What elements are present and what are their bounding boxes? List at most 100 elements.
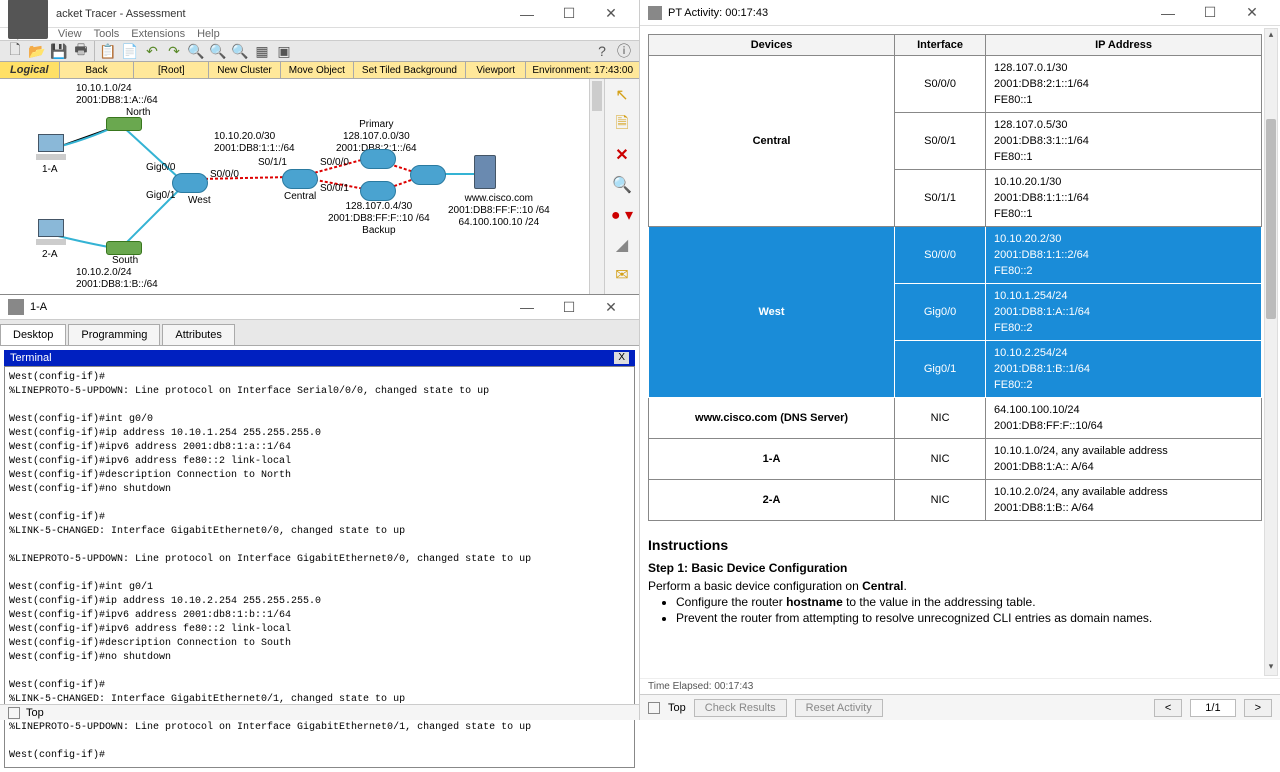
label-central: Central (284, 191, 316, 203)
server-cisco[interactable] (474, 155, 496, 189)
activity-footer: Top Check Results Reset Activity < 1/1 > (640, 694, 1280, 720)
act-close-button[interactable]: ✕ (1232, 1, 1272, 25)
menu-extensions[interactable]: Extensions (131, 28, 185, 40)
prev-page-button[interactable]: < (1154, 699, 1182, 717)
subwindow-titlebar: 1-A — ☐ ✕ (0, 295, 639, 320)
logical-bar: Logical Back [Root] New Cluster Move Obj… (0, 62, 639, 79)
print-icon[interactable]: 🖶 (72, 42, 90, 60)
note-icon[interactable]: 🗎 (610, 113, 634, 137)
ip-cell: 10.10.1.254/242001:DB8:1:A::1/64FE80::2 (986, 284, 1262, 341)
act-maximize-button[interactable]: ☐ (1190, 1, 1230, 25)
step1-heading: Step 1: Basic Device Configuration (648, 561, 1262, 575)
new-cluster-button[interactable]: New Cluster (209, 62, 280, 78)
interface-cell: S0/0/0 (895, 56, 986, 113)
table-row[interactable]: CentralS0/0/0128.107.0.1/302001:DB8:2:1:… (649, 56, 1262, 113)
scroll-down-icon[interactable]: ▾ (1265, 661, 1277, 675)
act-minimize-button[interactable]: — (1148, 1, 1188, 25)
minimize-button[interactable]: — (507, 2, 547, 26)
paste-icon[interactable]: 📄 (121, 42, 139, 60)
maximize-button[interactable]: ☐ (549, 2, 589, 26)
zoom-reset-icon[interactable]: 🔍 (209, 42, 227, 60)
subwindow-title: 1-A (30, 301, 507, 313)
ip-cell: 128.107.0.5/302001:DB8:3:1::1/64FE80::1 (986, 113, 1262, 170)
interface-cell: S0/1/1 (895, 170, 986, 227)
addressing-table: Devices Interface IP Address CentralS0/0… (648, 34, 1262, 521)
scroll-thumb[interactable] (1266, 119, 1276, 319)
activity-titlebar: PT Activity: 00:17:43 — ☐ ✕ (640, 0, 1280, 26)
sub-maximize-button[interactable]: ☐ (549, 295, 589, 319)
tab-desktop[interactable]: Desktop (0, 324, 66, 345)
router-west[interactable] (172, 173, 208, 193)
router-isp1[interactable] (360, 149, 396, 169)
devices-icon[interactable]: ▣ (275, 42, 293, 60)
instructions-section: Instructions Step 1: Basic Device Config… (648, 537, 1262, 625)
draw-icon[interactable]: ◢ (610, 233, 634, 257)
copy-icon[interactable]: 📋 (99, 42, 117, 60)
table-row[interactable]: 1-ANIC10.10.1.0/24, any available addres… (649, 439, 1262, 480)
select-icon[interactable]: ↖ (610, 83, 634, 107)
interface-cell: NIC (895, 439, 986, 480)
canvas-scrollbar[interactable] (589, 79, 604, 294)
check-results-button[interactable]: Check Results (694, 699, 787, 717)
activity-scrollbar[interactable]: ▴ ▾ (1264, 28, 1278, 676)
switch-south[interactable] (106, 241, 142, 255)
save-icon[interactable]: 💾 (50, 42, 68, 60)
router-central[interactable] (282, 169, 318, 189)
reset-activity-button[interactable]: Reset Activity (795, 699, 883, 717)
zoom-out-icon[interactable]: 🔍 (231, 42, 249, 60)
root-button[interactable]: [Root] (134, 62, 209, 78)
palette-icon[interactable]: ▦ (253, 42, 271, 60)
redo-icon[interactable]: ↷ (165, 42, 183, 60)
pt-logo-icon (648, 6, 662, 20)
window-title: acket Tracer - Assessment (56, 8, 507, 20)
label-g00: Gig0/0 (146, 162, 175, 174)
move-object-button[interactable]: Move Object (281, 62, 354, 78)
help-icon[interactable]: ? (593, 42, 611, 60)
menu-tools[interactable]: Tools (94, 28, 120, 40)
left-footer: Top (0, 704, 639, 720)
act-top-checkbox[interactable] (648, 702, 660, 714)
separator (94, 41, 95, 61)
undo-icon[interactable]: ↶ (143, 42, 161, 60)
sub-minimize-button[interactable]: — (507, 295, 547, 319)
tab-programming[interactable]: Programming (68, 324, 160, 345)
topology-canvas[interactable]: 1-A North 10.10.1.0/24 2001:DB8:1:A::/64… (0, 79, 589, 294)
pc-1a[interactable] (35, 134, 67, 162)
envelope2-icon[interactable]: ✉ (610, 293, 634, 294)
table-row[interactable]: WestS0/0/010.10.20.2/302001:DB8:1:1::2/6… (649, 227, 1262, 284)
device-cell: 1-A (649, 439, 895, 480)
router-isp2[interactable] (360, 181, 396, 201)
top-checkbox[interactable] (8, 707, 20, 719)
router-edge[interactable] (410, 165, 446, 185)
label-north: North (126, 107, 150, 119)
delete-icon[interactable]: ✕ (610, 143, 634, 167)
terminal-title: Terminal (10, 352, 52, 364)
resize-icon[interactable]: ● ▾ (610, 203, 634, 227)
scroll-up-icon[interactable]: ▴ (1265, 29, 1277, 43)
table-row[interactable]: www.cisco.com (DNS Server)NIC64.100.100.… (649, 398, 1262, 439)
label-south: South (112, 255, 138, 267)
envelope-icon[interactable]: ✉ (610, 263, 634, 287)
environment-label: Environment: 17:43:00 (526, 62, 639, 78)
info-icon[interactable]: ⓘ (615, 42, 633, 60)
set-tiled-bg-button[interactable]: Set Tiled Background (354, 62, 466, 78)
device-cell: 2-A (649, 480, 895, 521)
inspect-icon[interactable]: 🔍 (610, 173, 634, 197)
back-button[interactable]: Back (60, 62, 135, 78)
zoom-in-icon[interactable]: 🔍 (187, 42, 205, 60)
close-button[interactable]: ✕ (591, 2, 631, 26)
label-1a: 1-A (42, 164, 58, 176)
sub-close-button[interactable]: ✕ (591, 295, 631, 319)
table-row[interactable]: 2-ANIC10.10.2.0/24, any available addres… (649, 480, 1262, 521)
pc-2a[interactable] (35, 219, 67, 247)
viewport-button[interactable]: Viewport (466, 62, 526, 78)
open-icon[interactable]: 📂 (28, 42, 46, 60)
tab-attributes[interactable]: Attributes (162, 324, 234, 345)
next-page-button[interactable]: > (1244, 699, 1272, 717)
terminal-close-button[interactable]: X (614, 352, 629, 364)
workspace[interactable]: 1-A North 10.10.1.0/24 2001:DB8:1:A::/64… (0, 79, 639, 294)
menu-help[interactable]: Help (197, 28, 220, 40)
switch-north[interactable] (106, 117, 142, 131)
ip-cell: 128.107.0.1/302001:DB8:2:1::1/64FE80::1 (986, 56, 1262, 113)
new-icon[interactable]: 🗋 (6, 42, 24, 60)
